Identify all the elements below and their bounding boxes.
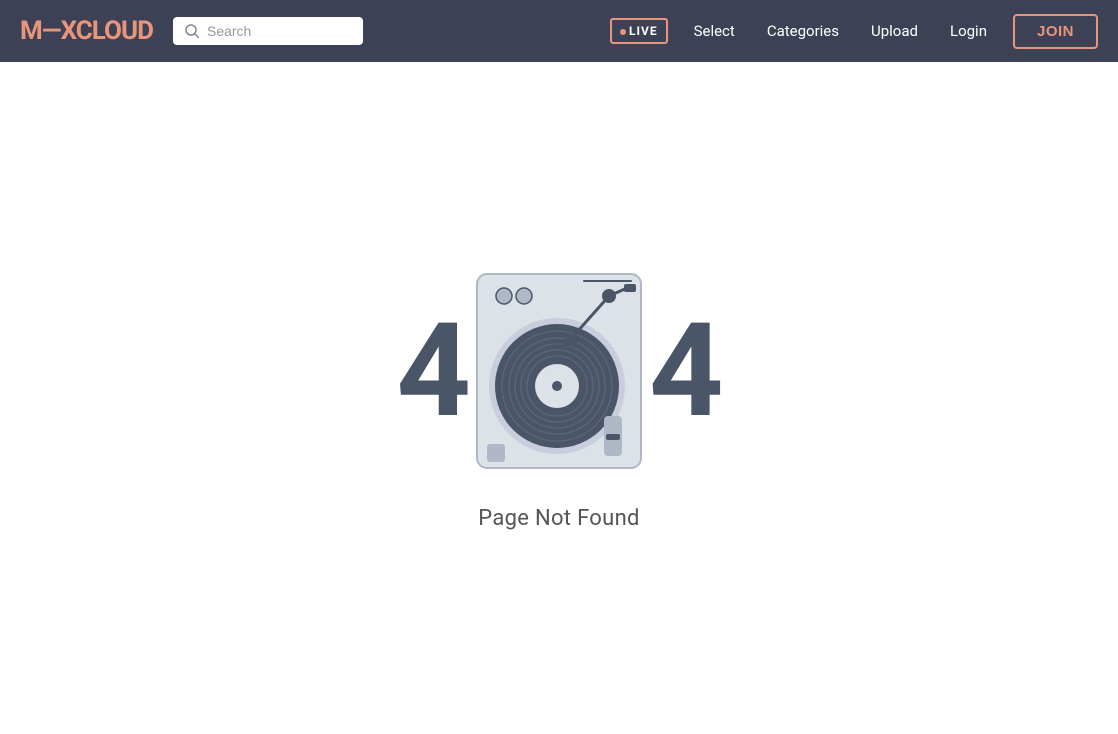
- error-number-left: 4: [396, 306, 469, 436]
- live-dot: [620, 29, 626, 35]
- search-icon: [185, 24, 199, 38]
- join-button[interactable]: JOIN: [1013, 14, 1098, 49]
- main-content: 4: [0, 62, 1118, 734]
- upload-link[interactable]: Upload: [865, 18, 924, 44]
- categories-link[interactable]: Categories: [761, 18, 845, 44]
- login-link[interactable]: Login: [944, 18, 993, 44]
- logo[interactable]: M—XCLOUD: [20, 16, 153, 46]
- search-box: [173, 17, 363, 45]
- select-link[interactable]: Select: [688, 18, 741, 44]
- live-badge[interactable]: LIVE: [610, 18, 668, 44]
- search-input[interactable]: [207, 23, 351, 39]
- error-number-right: 4: [649, 306, 722, 436]
- turntable-illustration: [469, 266, 649, 476]
- navbar: M—XCLOUD LIVE Select Categories Upload L…: [0, 0, 1118, 62]
- error-container: 4: [396, 266, 721, 476]
- page-not-found-text: Page Not Found: [478, 506, 639, 531]
